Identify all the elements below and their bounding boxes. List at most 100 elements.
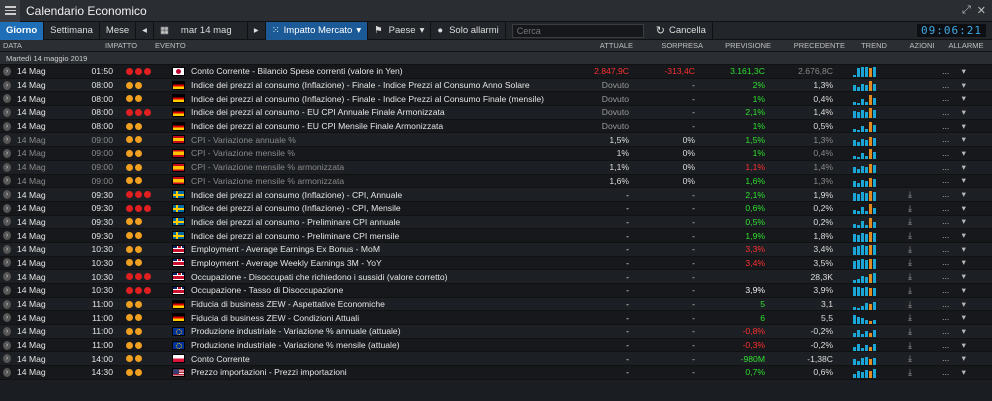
trend-sparkline[interactable] [836, 353, 892, 365]
chevron-right-icon[interactable]: › [3, 272, 11, 282]
trend-sparkline[interactable] [836, 134, 892, 146]
more-options-icon[interactable]: ... [942, 312, 949, 322]
table-row[interactable]: › 14 Mag 09:00 CPI - Variazione mensile % a… [0, 160, 992, 175]
more-options-icon[interactable]: ... [942, 121, 949, 131]
table-row[interactable]: › 14 Mag 09:00 CPI - Variazione annuale % 1,… [0, 133, 992, 148]
chevron-right-icon[interactable]: › [3, 340, 11, 350]
trend-sparkline[interactable] [836, 243, 892, 256]
expand-icon[interactable]: ⤢ [962, 4, 971, 17]
alarm-menu[interactable]: ... ▾ [928, 121, 974, 132]
download-icon[interactable]: ⤓ [892, 285, 928, 296]
header-previous[interactable]: PRECEDENTE [774, 41, 848, 50]
table-row[interactable]: › 14 Mag 09:30 Indice dei prezzi al consumo… [0, 188, 992, 202]
trend-sparkline[interactable] [836, 312, 892, 324]
tab-day[interactable]: Giorno [0, 21, 45, 40]
trend-sparkline[interactable] [836, 366, 892, 379]
alarm-menu[interactable]: ... ▾ [928, 312, 974, 323]
more-options-icon[interactable]: ... [942, 285, 949, 295]
alarm-menu[interactable]: ... ▾ [928, 244, 974, 255]
header-actual[interactable]: ATTUALE [544, 41, 636, 50]
download-icon[interactable]: ⤓ [892, 189, 928, 200]
more-options-icon[interactable]: ... [942, 93, 949, 103]
event-name[interactable]: Indice dei prezzi al consumo (Inflazione… [188, 190, 568, 200]
country-filter-dropdown[interactable]: ⚑ Paese ▾ [368, 21, 432, 40]
trend-sparkline[interactable] [836, 257, 892, 269]
table-row[interactable]: › 14 Mag 09:30 Indice dei prezzi al consumo… [0, 201, 992, 216]
table-row[interactable]: › 14 Mag 11:00 Fiducia di business ZEW - As… [0, 297, 992, 312]
alarm-menu[interactable]: ... ▾ [928, 162, 974, 173]
event-name[interactable]: Indice dei prezzi al consumo - Prelimina… [188, 217, 568, 227]
chevron-down-icon[interactable]: ▾ [959, 162, 966, 172]
chevron-right-icon[interactable]: › [3, 80, 11, 90]
chevron-right-icon[interactable]: › [3, 313, 11, 323]
chevron-down-icon[interactable]: ▾ [959, 367, 966, 377]
alarm-menu[interactable]: ... ▾ [928, 216, 974, 227]
more-options-icon[interactable]: ... [942, 148, 949, 158]
chevron-down-icon[interactable]: ▾ [959, 107, 966, 117]
trend-sparkline[interactable] [836, 93, 892, 105]
trend-sparkline[interactable] [836, 284, 892, 297]
header-event[interactable]: EVENTO [152, 41, 544, 50]
trend-sparkline[interactable] [836, 216, 892, 228]
alarm-menu[interactable]: ... ▾ [928, 148, 974, 159]
more-options-icon[interactable]: ... [942, 175, 949, 185]
download-icon[interactable]: ⤓ [892, 340, 928, 351]
chevron-right-icon[interactable]: › [3, 285, 11, 295]
chevron-right-icon[interactable]: › [3, 244, 11, 254]
table-row[interactable]: › 14 Mag 01:50 Conto Corrente - Bilancio Sp… [0, 65, 992, 79]
chevron-right-icon[interactable]: › [3, 231, 11, 241]
impact-filter-dropdown[interactable]: ⁙ Impatto Mercato ▾ [265, 21, 369, 40]
event-name[interactable]: Indice dei prezzi al consumo - EU CPI Me… [188, 121, 568, 131]
more-options-icon[interactable]: ... [942, 216, 949, 226]
table-row[interactable]: › 14 Mag 08:00 Indice dei prezzi al consumo… [0, 119, 992, 134]
chevron-right-icon[interactable]: › [3, 299, 11, 309]
table-row[interactable]: › 14 Mag 14:30 Prezzo importazioni - Prezzi… [0, 366, 992, 380]
event-name[interactable]: Indice dei prezzi al consumo (Inflazione… [188, 80, 568, 90]
alarm-menu[interactable]: ... ▾ [928, 134, 974, 145]
more-options-icon[interactable]: ... [942, 271, 949, 281]
chevron-right-icon[interactable]: › [3, 94, 11, 104]
event-name[interactable]: Indice dei prezzi al consumo (Inflazione… [188, 94, 568, 104]
download-icon[interactable]: ⤓ [892, 353, 928, 364]
chevron-right-icon[interactable]: › [3, 121, 11, 131]
chevron-right-icon[interactable]: › [3, 367, 11, 377]
table-row[interactable]: › 14 Mag 11:00 Produzione industriale - Var… [0, 338, 992, 353]
hamburger-menu-icon[interactable] [0, 0, 20, 22]
event-name[interactable]: CPI - Variazione mensile % armonizzata [188, 176, 568, 186]
header-forecast[interactable]: PREVISIONE [706, 41, 774, 50]
download-icon[interactable]: ⤓ [892, 271, 928, 282]
trend-sparkline[interactable] [836, 79, 892, 92]
alarm-menu[interactable]: ... ▾ [928, 340, 974, 351]
more-options-icon[interactable]: ... [942, 134, 949, 144]
chevron-down-icon[interactable]: ▾ [959, 312, 966, 322]
event-name[interactable]: Fiducia di business ZEW - Condizioni Att… [188, 313, 568, 323]
chevron-right-icon[interactable]: › [3, 66, 11, 76]
trend-sparkline[interactable] [836, 271, 892, 283]
chevron-down-icon[interactable]: ▾ [959, 93, 966, 103]
chevron-down-icon[interactable]: ▾ [959, 189, 966, 199]
chevron-down-icon[interactable]: ▾ [959, 216, 966, 226]
alarm-menu[interactable]: ... ▾ [928, 80, 974, 91]
chevron-down-icon[interactable]: ▾ [959, 148, 966, 158]
trend-sparkline[interactable] [836, 339, 892, 352]
chevron-right-icon[interactable]: › [3, 258, 11, 268]
event-name[interactable]: CPI - Variazione annuale % [188, 135, 568, 145]
chevron-down-icon[interactable]: ▾ [959, 175, 966, 185]
tab-month[interactable]: Mese [100, 21, 137, 40]
trend-sparkline[interactable] [836, 147, 892, 160]
chevron-right-icon[interactable]: › [3, 107, 11, 117]
chevron-down-icon[interactable]: ▾ [959, 326, 966, 336]
alarm-menu[interactable]: ... ▾ [928, 66, 974, 77]
chevron-down-icon[interactable]: ▾ [959, 285, 966, 295]
alarm-menu[interactable]: ... ▾ [928, 271, 974, 282]
chevron-down-icon[interactable]: ▾ [959, 271, 966, 281]
trend-sparkline[interactable] [836, 202, 892, 215]
chevron-right-icon[interactable]: › [3, 203, 11, 213]
trend-sparkline[interactable] [836, 106, 892, 119]
event-name[interactable]: Conto Corrente - Bilancio Spese correnti… [188, 66, 568, 76]
more-options-icon[interactable]: ... [942, 80, 949, 90]
table-row[interactable]: › 14 Mag 11:00 Fiducia di business ZEW - Co… [0, 311, 992, 326]
chevron-right-icon[interactable]: › [3, 162, 11, 172]
header-trend[interactable]: TREND [848, 41, 900, 50]
trend-sparkline[interactable] [836, 298, 892, 311]
